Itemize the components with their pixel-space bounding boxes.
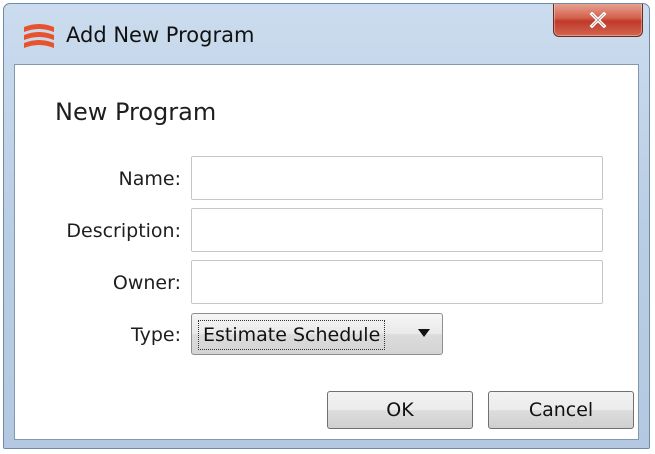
description-label: Description: (66, 220, 181, 242)
dialog-content: New Program Name: Description: Owner: Ty… (14, 64, 639, 440)
type-dropdown[interactable]: Estimate Schedule (191, 313, 443, 355)
title-bar[interactable]: Add New Program (4, 4, 649, 64)
type-label: Type: (130, 324, 181, 346)
description-field[interactable] (191, 208, 603, 252)
owner-label: Owner: (112, 272, 181, 294)
app-logo-icon (24, 24, 54, 48)
close-icon (589, 11, 607, 28)
ok-button[interactable]: OK (327, 391, 473, 429)
dialog-heading: New Program (55, 98, 217, 126)
name-field[interactable] (191, 156, 603, 200)
window-title: Add New Program (66, 23, 255, 47)
dialog-window: Add New Program New Program Name: Descri… (3, 3, 650, 449)
owner-field[interactable] (191, 260, 603, 304)
close-button[interactable] (553, 4, 643, 37)
cancel-button[interactable]: Cancel (488, 391, 634, 429)
dropdown-arrow-icon (418, 329, 430, 337)
type-selected-value: Estimate Schedule (198, 320, 386, 350)
name-label: Name: (118, 168, 181, 190)
